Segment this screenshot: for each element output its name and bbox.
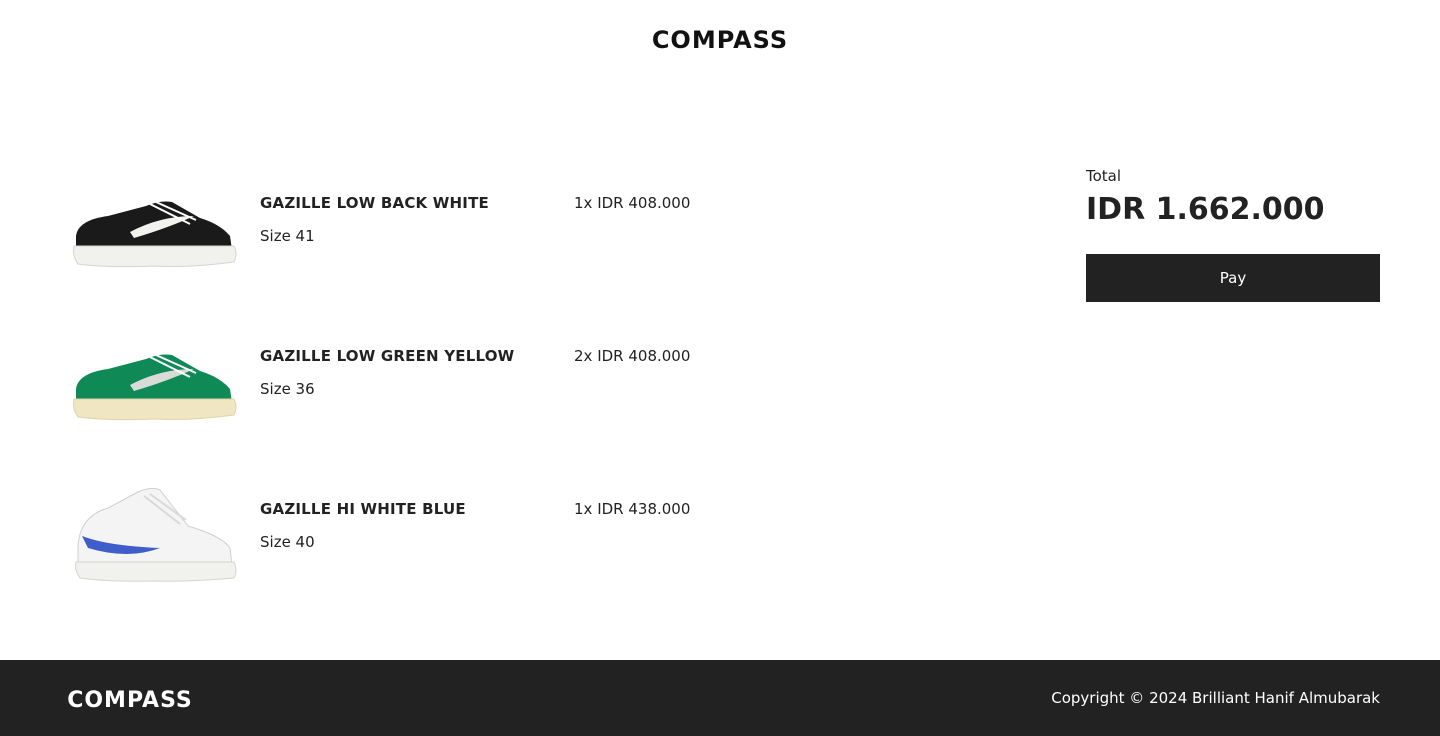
green-low-sneaker-image xyxy=(73,354,237,421)
item-name: GAZILLE HI WHITE BLUE xyxy=(260,500,466,518)
cart-item: GAZILLE HI WHITE BLUE Size 40 1x IDR 438… xyxy=(60,456,760,609)
item-price: 1x IDR 438.000 xyxy=(574,500,691,518)
copyright-text: Copyright © 2024 Brilliant Hanif Almubar… xyxy=(1051,689,1380,707)
black-low-sneaker-image xyxy=(73,201,237,268)
item-name: GAZILLE LOW GREEN YELLOW xyxy=(260,347,515,365)
logo-text: COMPASS xyxy=(67,688,193,711)
total-value: IDR 1.662.000 xyxy=(1086,192,1325,227)
cart-list: GAZILLE LOW BACK WHITE Size 41 1x IDR 40… xyxy=(60,150,760,609)
order-summary: Total IDR 1.662.000 Pay xyxy=(1086,166,1380,302)
item-price: 1x IDR 408.000 xyxy=(574,194,691,212)
pay-button[interactable]: Pay xyxy=(1086,254,1380,302)
item-size: Size 41 xyxy=(260,227,315,245)
item-price: 2x IDR 408.000 xyxy=(574,347,691,365)
compass-logo[interactable]: COMPASS xyxy=(60,687,200,711)
site-footer: COMPASS Copyright © 2024 Brilliant Hanif… xyxy=(0,660,1440,736)
item-size: Size 40 xyxy=(260,533,315,551)
item-size: Size 36 xyxy=(260,380,315,398)
total-label: Total xyxy=(1086,167,1122,185)
logo-text: COMPASS xyxy=(652,27,788,53)
white-high-sneaker-image xyxy=(75,487,237,582)
cart-item: GAZILLE LOW GREEN YELLOW Size 36 2x IDR … xyxy=(60,303,760,456)
compass-logo[interactable]: COMPASS xyxy=(650,27,790,53)
site-header: COMPASS xyxy=(0,0,1440,80)
cart-item: GAZILLE LOW BACK WHITE Size 41 1x IDR 40… xyxy=(60,150,760,303)
item-name: GAZILLE LOW BACK WHITE xyxy=(260,194,489,212)
